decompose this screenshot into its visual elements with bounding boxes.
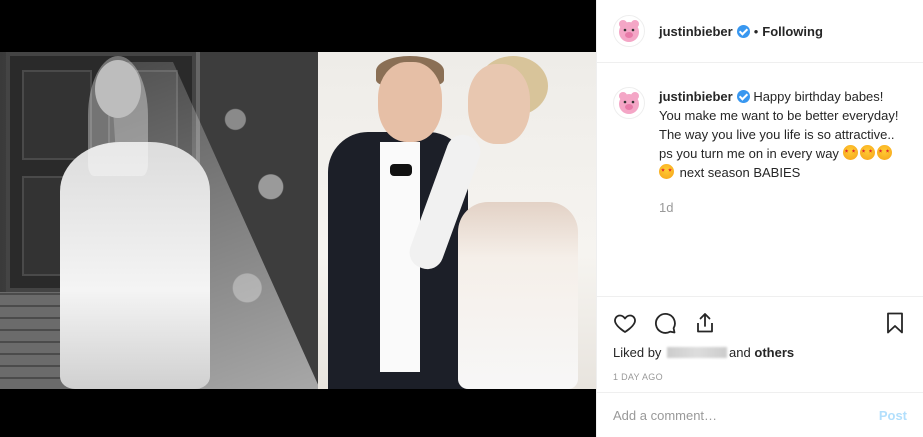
caption-timestamp[interactable]: 1d: [659, 200, 907, 215]
comment-input[interactable]: [613, 407, 879, 423]
photo-bride-face: [468, 64, 530, 144]
comment-icon[interactable]: [653, 311, 677, 335]
likes-middle: and: [729, 345, 751, 360]
likes-summary[interactable]: Liked by and others: [613, 345, 907, 360]
verified-badge-icon: [736, 24, 750, 38]
header-username[interactable]: justinbieber: [659, 24, 733, 39]
star-struck-emoji-icon: [859, 145, 875, 160]
avatar[interactable]: [613, 15, 645, 47]
likes-prefix: Liked by: [613, 345, 662, 360]
star-struck-emoji-icon: [842, 145, 858, 160]
post-comment-button[interactable]: Post: [879, 408, 907, 423]
caption-username[interactable]: justinbieber: [659, 89, 733, 104]
post-side-panel: justinbieber • Following justinbieber Ha…: [596, 0, 923, 437]
photo-bride-back: [458, 202, 578, 389]
following-button[interactable]: Following: [762, 24, 823, 39]
share-icon[interactable]: [693, 311, 717, 335]
instagram-post: justinbieber • Following justinbieber Ha…: [0, 0, 923, 437]
caption-avatar[interactable]: [613, 87, 645, 119]
header-separator: •: [753, 23, 759, 39]
photo-groom-bowtie: [390, 164, 412, 176]
post-timestamp[interactable]: 1 DAY AGO: [613, 372, 907, 382]
star-struck-emoji-icon: [876, 145, 892, 160]
add-comment-bar: Post: [597, 392, 923, 437]
avatar-pig-icon: [619, 20, 639, 42]
action-icons: [613, 309, 907, 337]
heart-icon[interactable]: [613, 311, 637, 335]
post-header: justinbieber • Following: [597, 0, 923, 63]
caption-text: justinbieber Happy birthday babes! You m…: [659, 87, 905, 182]
bookmark-icon[interactable]: [883, 311, 907, 335]
post-actions: Liked by and others 1 DAY AGO: [597, 296, 923, 392]
likes-others-link[interactable]: others: [754, 345, 794, 360]
avatar-pig-icon: [619, 92, 639, 114]
verified-badge-icon: [736, 90, 750, 103]
post-photo[interactable]: [0, 52, 596, 389]
photo-couple: [318, 52, 596, 389]
blurred-username: [667, 347, 728, 358]
post-media[interactable]: [0, 0, 596, 437]
star-struck-emoji-icon: [659, 164, 674, 179]
caption-row: justinbieber Happy birthday babes! You m…: [613, 79, 907, 182]
photo-bride-bw: [0, 52, 320, 389]
photo-bride-dress: [60, 142, 210, 389]
caption-body-end: next season BABIES: [679, 165, 801, 180]
comments-section: justinbieber Happy birthday babes! You m…: [597, 63, 923, 295]
photo-bride-head: [95, 60, 141, 118]
photo-groom-head: [378, 62, 442, 142]
